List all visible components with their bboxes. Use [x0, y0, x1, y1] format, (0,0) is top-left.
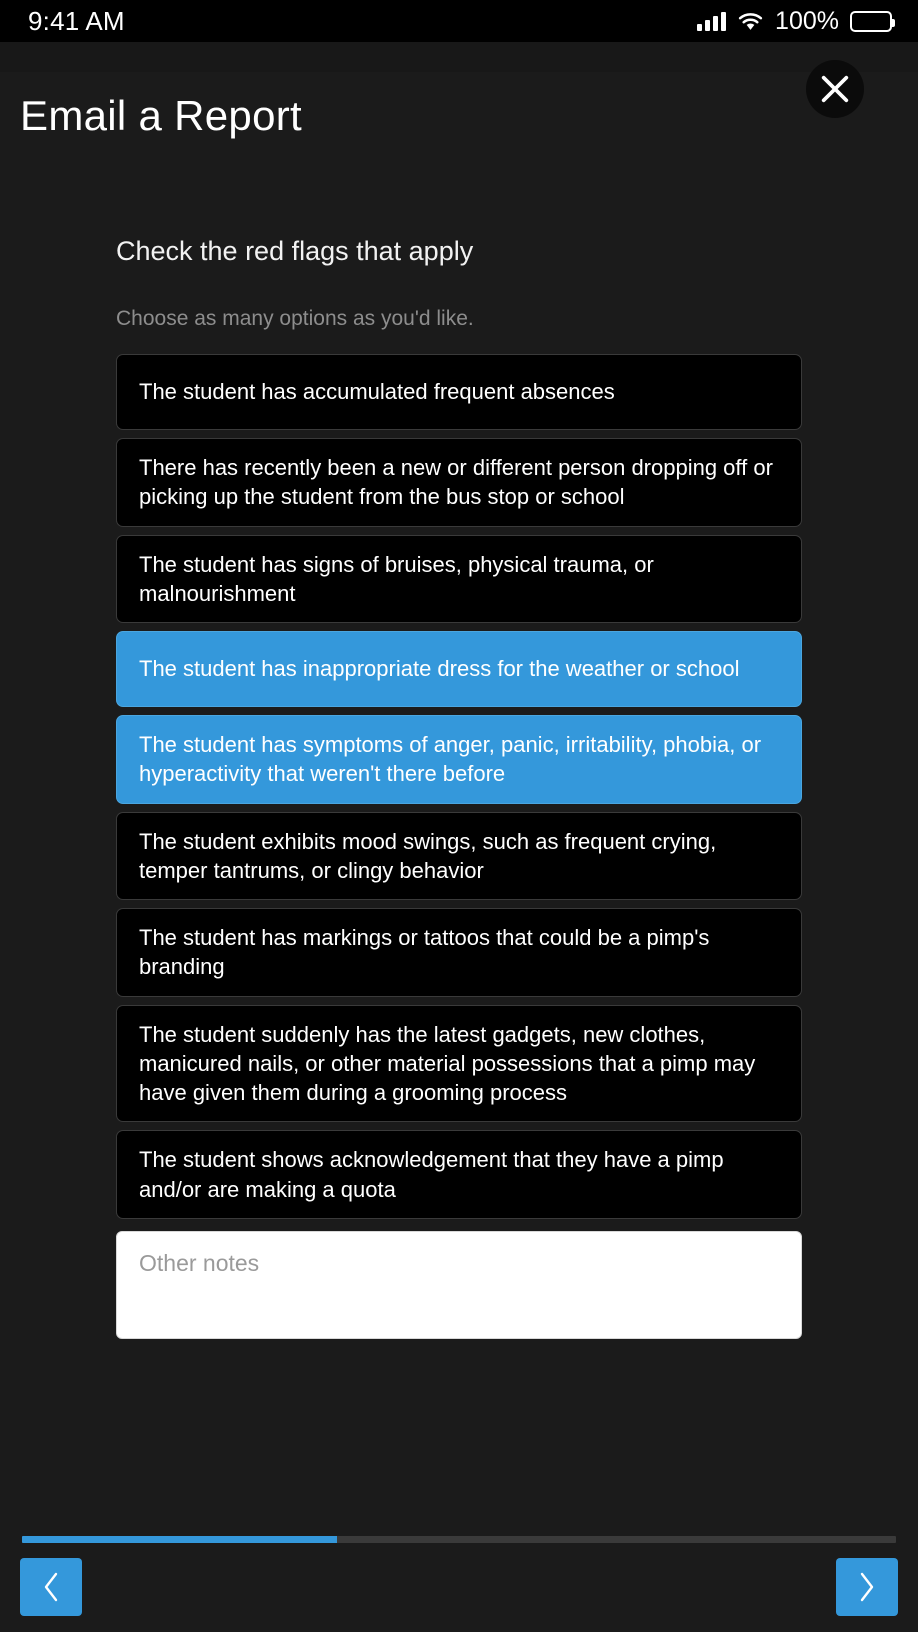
option-label: The student has markings or tattoos that… — [139, 925, 710, 980]
other-notes-placeholder: Other notes — [139, 1249, 260, 1276]
option-label: The student exhibits mood swings, such a… — [139, 828, 717, 883]
battery-percent-label: 100% — [775, 6, 839, 35]
wifi-icon — [737, 12, 764, 31]
option-card[interactable]: The student shows acknowledgement that t… — [116, 1130, 802, 1219]
next-button[interactable] — [836, 1558, 898, 1616]
header-band — [0, 42, 918, 72]
option-label: The student suddenly has the latest gadg… — [139, 1021, 756, 1106]
option-card[interactable]: The student has signs of bruises, physic… — [116, 534, 802, 623]
option-card[interactable]: The student has accumulated frequent abs… — [116, 354, 802, 430]
question-title: Check the red flags that apply — [116, 236, 474, 266]
page-title: Email a Report — [20, 92, 302, 139]
close-x-icon — [821, 75, 849, 103]
option-card[interactable]: There has recently been a new or differe… — [116, 438, 802, 527]
battery-full-icon — [850, 10, 895, 32]
form-content: Check the red flags that apply Choose as… — [0, 236, 918, 1339]
option-card[interactable]: The student exhibits mood swings, such a… — [116, 811, 802, 900]
chevron-right-icon — [860, 1572, 874, 1602]
option-label: The student has symptoms of anger, panic… — [139, 732, 762, 787]
option-card[interactable]: The student has markings or tattoos that… — [116, 908, 802, 997]
progress-bar — [22, 1536, 896, 1543]
option-label: There has recently been a new or differe… — [139, 455, 773, 510]
cellular-signal-icon — [697, 11, 727, 31]
option-label: The student shows acknowledgement that t… — [139, 1147, 724, 1202]
status-bar-clock: 9:41 AM — [28, 5, 125, 36]
other-notes-input[interactable]: Other notes — [116, 1230, 802, 1339]
status-bar: 9:41 AM 100% — [0, 0, 918, 42]
page-header: Email a Report — [0, 60, 918, 172]
status-bar-indicators: 100% — [697, 6, 895, 36]
option-card[interactable]: The student suddenly has the latest gadg… — [116, 1004, 802, 1123]
option-label: The student has signs of bruises, physic… — [139, 551, 654, 606]
email-a-report-screen: 9:41 AM 100% Email a Report Check the re… — [0, 0, 918, 1632]
close-button[interactable] — [806, 60, 864, 118]
question-subtitle: Choose as many options as you'd like. — [116, 307, 474, 330]
option-card[interactable]: The student has inappropriate dress for … — [116, 631, 802, 707]
options-list: The student has accumulated frequent abs… — [0, 354, 918, 1339]
option-card[interactable]: The student has symptoms of anger, panic… — [116, 715, 802, 804]
progress-bar-fill — [22, 1536, 337, 1543]
previous-button[interactable] — [20, 1558, 82, 1616]
chevron-left-icon — [44, 1572, 58, 1602]
option-label: The student has accumulated frequent abs… — [139, 379, 615, 405]
option-label: The student has inappropriate dress for … — [139, 656, 740, 682]
